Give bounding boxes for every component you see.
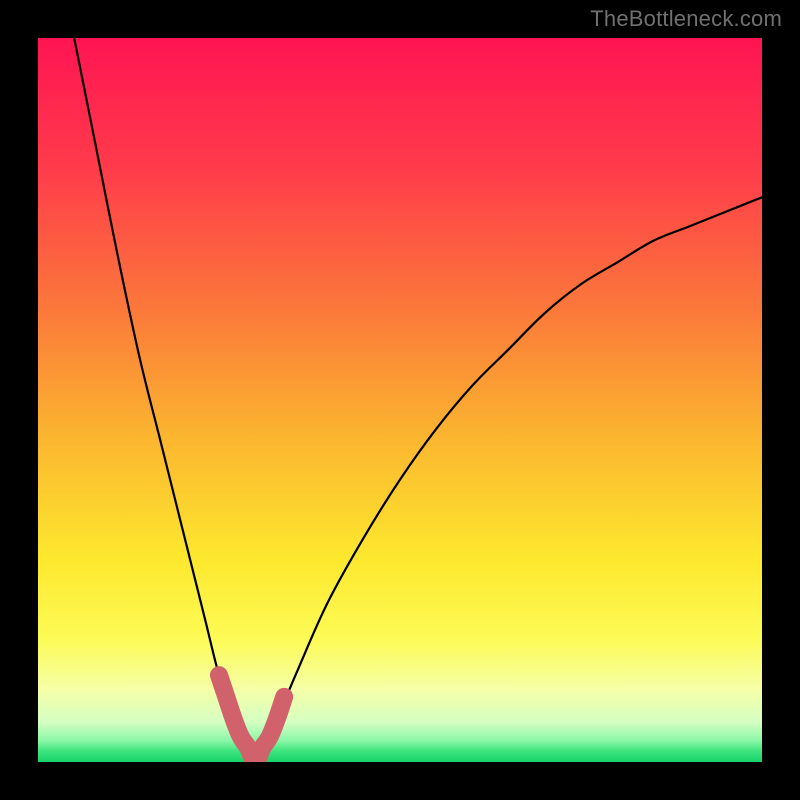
plot-area bbox=[38, 38, 762, 762]
gradient-background bbox=[38, 38, 762, 762]
chart-frame: TheBottleneck.com bbox=[0, 0, 800, 800]
watermark-text: TheBottleneck.com bbox=[590, 6, 782, 32]
chart-svg bbox=[38, 38, 762, 762]
